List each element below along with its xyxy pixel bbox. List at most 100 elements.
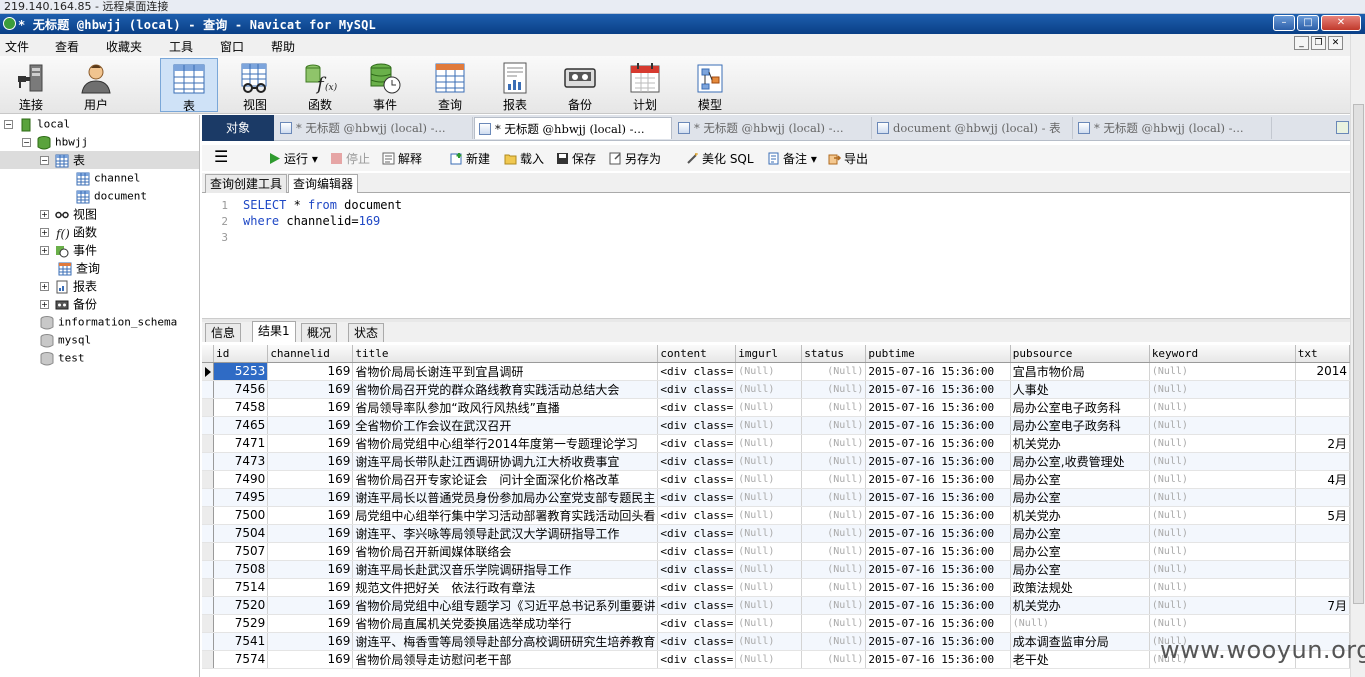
toolbar-backup-button[interactable]: 备份	[551, 58, 609, 112]
menu-window[interactable]: 窗口	[220, 38, 244, 55]
cell-content[interactable]: <div class=	[657, 542, 737, 561]
cell-content[interactable]: <div class=	[657, 398, 737, 417]
row-indicator[interactable]	[202, 578, 215, 597]
table-row[interactable]: 7465 169 全省物价工作会议在武汉召开 <div class= (Null) (Nu…	[202, 416, 1350, 435]
cell-imgurl[interactable]: (Null)	[735, 524, 803, 543]
cell-keyword[interactable]: (Null)	[1149, 614, 1296, 633]
cell-pubtime[interactable]: 2015-07-16 15:36:00	[865, 398, 1011, 417]
expand-icon[interactable]: +	[40, 228, 49, 237]
cell-keyword[interactable]: (Null)	[1149, 524, 1296, 543]
cell-keyword[interactable]: (Null)	[1149, 362, 1296, 381]
cell-title[interactable]: 谢连平局长以普通党员身份参加局办公室党支部专题民主	[352, 488, 659, 507]
cell-id[interactable]: 7529	[213, 614, 269, 633]
menu-icon[interactable]: ☰	[214, 147, 228, 166]
cell-pubsource[interactable]: 人事处	[1010, 380, 1150, 399]
cell-imgurl[interactable]: (Null)	[735, 452, 803, 471]
cell-status[interactable]: (Null)	[801, 650, 867, 669]
cell-status[interactable]: (Null)	[801, 596, 867, 615]
cell-imgurl[interactable]: (Null)	[735, 416, 803, 435]
row-indicator[interactable]	[202, 596, 215, 615]
cell-imgurl[interactable]: (Null)	[735, 434, 803, 453]
cell-imgurl[interactable]: (Null)	[735, 362, 803, 381]
collapse-icon[interactable]: −	[4, 120, 13, 129]
cell-status[interactable]: (Null)	[801, 542, 867, 561]
doc-tab-query-4[interactable]: * 无标题 @hbwjj (local) -...	[1074, 117, 1272, 139]
cell-pubsource[interactable]: 局办公室	[1010, 524, 1150, 543]
menu-file[interactable]: 文件	[5, 38, 29, 55]
cell-txt[interactable]	[1295, 560, 1350, 579]
cell-channelid[interactable]: 169	[267, 524, 354, 543]
cell-content[interactable]: <div class=	[657, 650, 737, 669]
new-button[interactable]: 新建	[450, 150, 490, 167]
cell-status[interactable]: (Null)	[801, 632, 867, 651]
cell-keyword[interactable]: (Null)	[1149, 596, 1296, 615]
table-row[interactable]: 7471 169 省物价局党组中心组举行2014年度第一专题理论学习 <div cla…	[202, 434, 1350, 453]
cell-content[interactable]: <div class=	[657, 596, 737, 615]
table-row[interactable]: 7508 169 谢连平局长赴武汉音乐学院调研指导工作 <div class= (Nul…	[202, 560, 1350, 579]
cell-id[interactable]: 7520	[213, 596, 269, 615]
save-as-button[interactable]: 另存为	[609, 150, 661, 167]
cell-pubsource[interactable]: 局办公室	[1010, 542, 1150, 561]
cell-pubtime[interactable]: 2015-07-16 15:36:00	[865, 596, 1011, 615]
cell-id[interactable]: 7473	[213, 452, 269, 471]
tree-tables-group[interactable]: − 表	[0, 151, 199, 169]
cell-pubsource[interactable]: 机关党办	[1010, 434, 1150, 453]
table-row[interactable]: 7504 169 谢连平、李兴咏等局领导赴武汉大学调研指导工作 <div class=…	[202, 524, 1350, 543]
object-tab[interactable]: 对象	[202, 115, 274, 141]
cell-title[interactable]: 全省物价工作会议在武汉召开	[352, 416, 659, 435]
collapse-icon[interactable]: −	[40, 156, 49, 165]
cell-content[interactable]: <div class=	[657, 380, 737, 399]
explain-button[interactable]: 解释	[382, 150, 422, 167]
cell-imgurl[interactable]: (Null)	[735, 542, 803, 561]
cell-pubsource[interactable]: 老干处	[1010, 650, 1150, 669]
cell-id[interactable]: 7500	[213, 506, 269, 525]
cell-id[interactable]: 7504	[213, 524, 269, 543]
column-header-pubtime[interactable]: pubtime	[865, 345, 1011, 363]
cell-title[interactable]: 省物价局党组中心组举行2014年度第一专题理论学习	[352, 434, 659, 453]
cell-status[interactable]: (Null)	[801, 560, 867, 579]
toolbar-function-button[interactable]: f (x) 函数	[291, 58, 349, 112]
cell-pubsource[interactable]: (Null)	[1010, 614, 1150, 633]
cell-pubtime[interactable]: 2015-07-16 15:36:00	[865, 362, 1011, 381]
cell-content[interactable]: <div class=	[657, 632, 737, 651]
cell-id[interactable]: 7458	[213, 398, 269, 417]
cell-imgurl[interactable]: (Null)	[735, 560, 803, 579]
cell-imgurl[interactable]: (Null)	[735, 506, 803, 525]
cell-txt[interactable]	[1295, 416, 1350, 435]
menu-help[interactable]: 帮助	[271, 38, 295, 55]
toolbar-model-button[interactable]: 模型	[681, 58, 739, 112]
cell-imgurl[interactable]: (Null)	[735, 470, 803, 489]
toolbar-event-button[interactable]: 事件	[356, 58, 414, 112]
toolbar-connect-button[interactable]: 连接	[2, 58, 60, 112]
row-indicator[interactable]	[202, 650, 215, 669]
tree-database-mysql[interactable]: mysql	[40, 331, 91, 349]
table-row[interactable]: 5253 169 省物价局局长谢连平到宜昌调研 <div class= (Null) (N…	[202, 362, 1350, 381]
column-header-keyword[interactable]: keyword	[1149, 345, 1296, 363]
sql-editor[interactable]: 1 SELECT * from document 2 where channel…	[202, 194, 1350, 318]
cell-id[interactable]: 7490	[213, 470, 269, 489]
cell-content[interactable]: <div class=	[657, 452, 737, 471]
tab-result-1[interactable]: 结果1	[252, 321, 296, 342]
table-row[interactable]: 7458 169 省局领导率队参加“政风行风热线”直播 <div class= (Nul…	[202, 398, 1350, 417]
cell-txt[interactable]: 7月	[1295, 596, 1350, 615]
cell-keyword[interactable]: (Null)	[1149, 434, 1296, 453]
cell-title[interactable]: 谢连平、李兴咏等局领导赴武汉大学调研指导工作	[352, 524, 659, 543]
cell-keyword[interactable]: (Null)	[1149, 452, 1296, 471]
tab-query-editor[interactable]: 查询编辑器	[288, 174, 359, 193]
close-button[interactable]: ✕	[1321, 15, 1361, 31]
cell-pubsource[interactable]: 机关党办	[1010, 596, 1150, 615]
cell-status[interactable]: (Null)	[801, 380, 867, 399]
cell-id[interactable]: 7507	[213, 542, 269, 561]
cell-status[interactable]: (Null)	[801, 416, 867, 435]
cell-pubtime[interactable]: 2015-07-16 15:36:00	[865, 380, 1011, 399]
expand-icon[interactable]: +	[40, 282, 49, 291]
cell-txt[interactable]: 2月	[1295, 434, 1350, 453]
row-indicator[interactable]	[202, 542, 215, 561]
cell-pubtime[interactable]: 2015-07-16 15:36:00	[865, 614, 1011, 633]
cell-channelid[interactable]: 169	[267, 614, 354, 633]
cell-status[interactable]: (Null)	[801, 506, 867, 525]
cell-title[interactable]: 省物价局召开党的群众路线教育实践活动总结大会	[352, 380, 659, 399]
cell-title[interactable]: 谢连平局长带队赴江西调研协调九江大桥收费事宜	[352, 452, 659, 471]
toolbar-view-button[interactable]: 视图	[226, 58, 284, 112]
column-header-content[interactable]: content	[657, 345, 737, 363]
